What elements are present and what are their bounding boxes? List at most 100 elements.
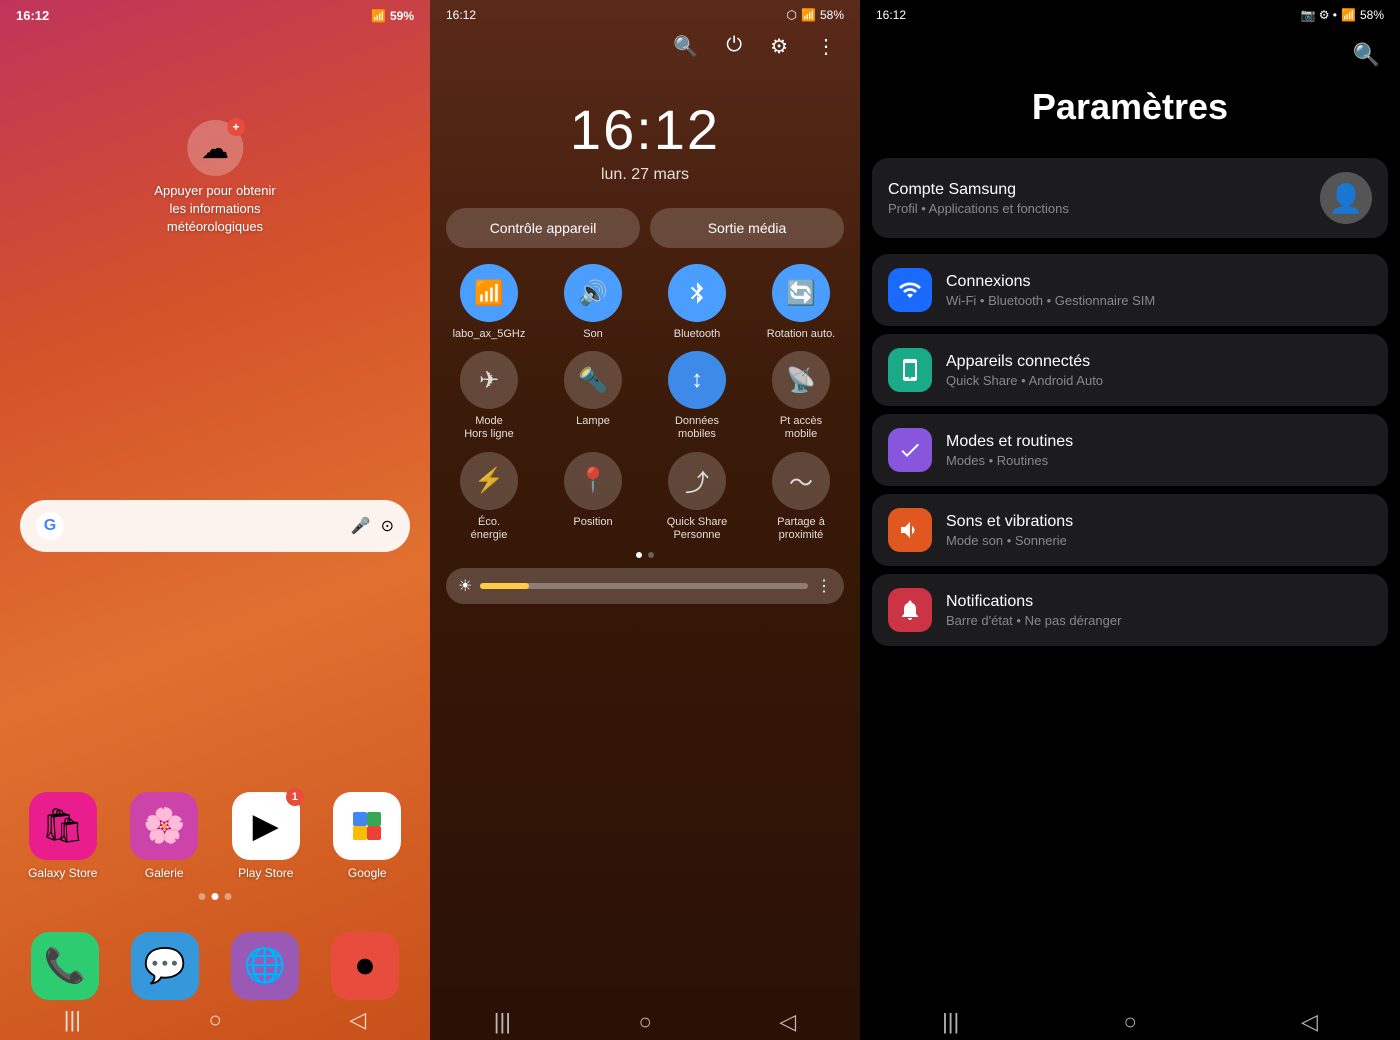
galerie-icon: 🌸 [130,792,198,860]
modes-icon [888,428,932,472]
qs-tile-torch[interactable]: 🔦 Lampe [546,351,640,441]
qs-nav-recent[interactable]: ||| [494,1009,511,1035]
settings-item-sons[interactable]: Sons et vibrations Mode son • Sonnerie [872,494,1388,566]
samsung-account-text: Compte Samsung Profil • Applications et … [888,181,1069,216]
quick-share-tile-label: Quick SharePersonne [667,516,728,542]
qs-tile-location[interactable]: 📍 Position [546,452,640,542]
qs-power-icon[interactable]: ⏻ [726,34,742,59]
airplane-tile-icon: ✈ [460,351,518,409]
recorder-icon: ⏺ [331,932,399,1000]
settings-status-bar: 16:12 📷 ⚙ • 📶 58% [860,0,1400,26]
location-tile-label: Position [573,516,612,529]
browser-icon: 🌐 [231,932,299,1000]
qs-grid-row1: 📶 labo_ax_5GHz 🔊 Son Bluetooth 🔄 Rotatio… [430,264,860,341]
settings-item-appareils[interactable]: Appareils connectés Quick Share • Androi… [872,334,1388,406]
play-store-label: Play Store [238,866,293,880]
samsung-account-title: Compte Samsung [888,181,1069,199]
nav-back[interactable]: ◁ [349,1007,366,1033]
connexions-title: Connexions [946,273,1372,291]
rotation-tile-icon: 🔄 [772,264,830,322]
qs-tile-wifi[interactable]: 📶 labo_ax_5GHz [442,264,536,341]
qs-bluetooth-icon: ⬡ [787,8,797,22]
notifications-title: Notifications [946,593,1372,611]
qs-search-icon[interactable]: 🔍 [673,34,698,59]
qs-grid-row2: ✈ ModeHors ligne 🔦 Lampe ↕ Donnéesmobile… [430,351,860,441]
settings-list: Compte Samsung Profil • Applications et … [860,158,1400,646]
qs-tile-hotspot[interactable]: 📡 Pt accèsmobile [754,351,848,441]
bluetooth-tile-icon [668,264,726,322]
brightness-track [480,583,808,589]
dock-phone[interactable]: 📞 [20,932,110,1000]
qs-tile-quick-share[interactable]: ⤴ Quick SharePersonne [650,452,744,542]
settings-search-icon[interactable]: 🔍 [1353,42,1380,68]
airplane-tile-label: ModeHors ligne [464,415,514,441]
qs-nav-home[interactable]: ○ [638,1009,651,1035]
settings-panel: 16:12 📷 ⚙ • 📶 58% 🔍 Paramètres Compte Sa… [860,0,1400,1040]
app-galerie[interactable]: 🌸 Galerie [122,792,208,880]
sound-tile-label: Son [583,328,603,341]
settings-item-connexions[interactable]: Connexions Wi-Fi • Bluetooth • Gestionna… [872,254,1388,326]
nav-home[interactable]: ○ [208,1007,221,1033]
settings-item-modes[interactable]: Modes et routines Modes • Routines [872,414,1388,486]
nearby-share-tile-label: Partage àproximité [777,516,825,542]
torch-tile-icon: 🔦 [564,351,622,409]
lens-search-icon[interactable]: ⊙ [381,516,394,536]
google-label: Google [348,866,387,880]
torch-tile-label: Lampe [576,415,610,428]
samsung-account-avatar: 👤 [1320,172,1372,224]
home-status-bar: 16:12 📶 59% [0,0,430,27]
connexions-icon [888,268,932,312]
qs-tile-data[interactable]: ↕ Donnéesmobiles [650,351,744,441]
location-tile-icon: 📍 [564,452,622,510]
qs-tile-sound[interactable]: 🔊 Son [546,264,640,341]
modes-title: Modes et routines [946,433,1372,451]
appareils-title: Appareils connectés [946,353,1372,371]
tab-device-control[interactable]: Contrôle appareil [446,208,640,248]
settings-nav-recent[interactable]: ||| [942,1009,959,1035]
dock-screen-recorder[interactable]: ⏺ [320,932,410,1000]
qs-brightness-bar[interactable]: ☀ ⋮ [446,568,844,604]
qs-settings-icon[interactable]: ⚙ [770,34,788,59]
samsung-account-subtitle: Profil • Applications et fonctions [888,201,1069,216]
settings-wifi-icon: 📶 [1341,8,1356,22]
settings-item-notifications[interactable]: Notifications Barre d'état • Ne pas déra… [872,574,1388,646]
app-google[interactable]: Google [325,792,411,880]
dot-3 [225,893,232,900]
app-galaxy-store[interactable]: 🛍 Galaxy Store [20,792,106,880]
qs-tile-battery-saver[interactable]: ⚡ Éco.énergie [442,452,536,542]
app-play-store[interactable]: ▶ 1 Play Store [223,792,309,880]
qs-menu-icon[interactable]: ⋮ [816,34,836,59]
hotspot-tile-icon: 📡 [772,351,830,409]
search-bar[interactable]: G 🎤 ⊙ [20,500,410,552]
qs-tile-airplane[interactable]: ✈ ModeHors ligne [442,351,536,441]
appareils-text: Appareils connectés Quick Share • Androi… [946,353,1372,388]
sound-tile-icon: 🔊 [564,264,622,322]
brightness-menu-icon[interactable]: ⋮ [816,576,832,596]
nav-recent[interactable]: ||| [64,1007,81,1033]
qs-tile-bluetooth[interactable]: Bluetooth [650,264,744,341]
settings-icons: 📷 ⚙ • [1300,8,1337,22]
voice-search-icon[interactable]: 🎤 [351,516,371,536]
qs-wifi-icon: 📶 [801,8,816,22]
settings-nav-bar: ||| ○ ◁ [860,1004,1400,1040]
settings-battery: 58% [1360,8,1384,22]
settings-nav-back[interactable]: ◁ [1301,1009,1318,1035]
home-signal-icon: 📶 [371,9,386,23]
weather-widget[interactable]: ☁ + Appuyer pour obtenirles informations… [154,120,275,237]
qs-nav-back[interactable]: ◁ [779,1009,796,1035]
dock-browser[interactable]: 🌐 [220,932,310,1000]
page-dots [199,893,232,900]
data-tile-icon: ↕ [668,351,726,409]
home-battery: 59% [390,9,414,23]
qs-time: 16:12 [446,8,476,22]
qs-tile-rotation[interactable]: 🔄 Rotation auto. [754,264,848,341]
settings-nav-home[interactable]: ○ [1123,1009,1136,1035]
brightness-fill [480,583,529,589]
dock-messages[interactable]: 💬 [120,932,210,1000]
tab-media-output[interactable]: Sortie média [650,208,844,248]
settings-item-samsung-account[interactable]: Compte Samsung Profil • Applications et … [872,158,1388,238]
bottom-dock: 📞 💬 🌐 ⏺ [20,932,410,1000]
bluetooth-tile-label: Bluetooth [674,328,720,341]
qs-tile-nearby-share[interactable]: 〜 Partage àproximité [754,452,848,542]
rotation-tile-label: Rotation auto. [767,328,836,341]
